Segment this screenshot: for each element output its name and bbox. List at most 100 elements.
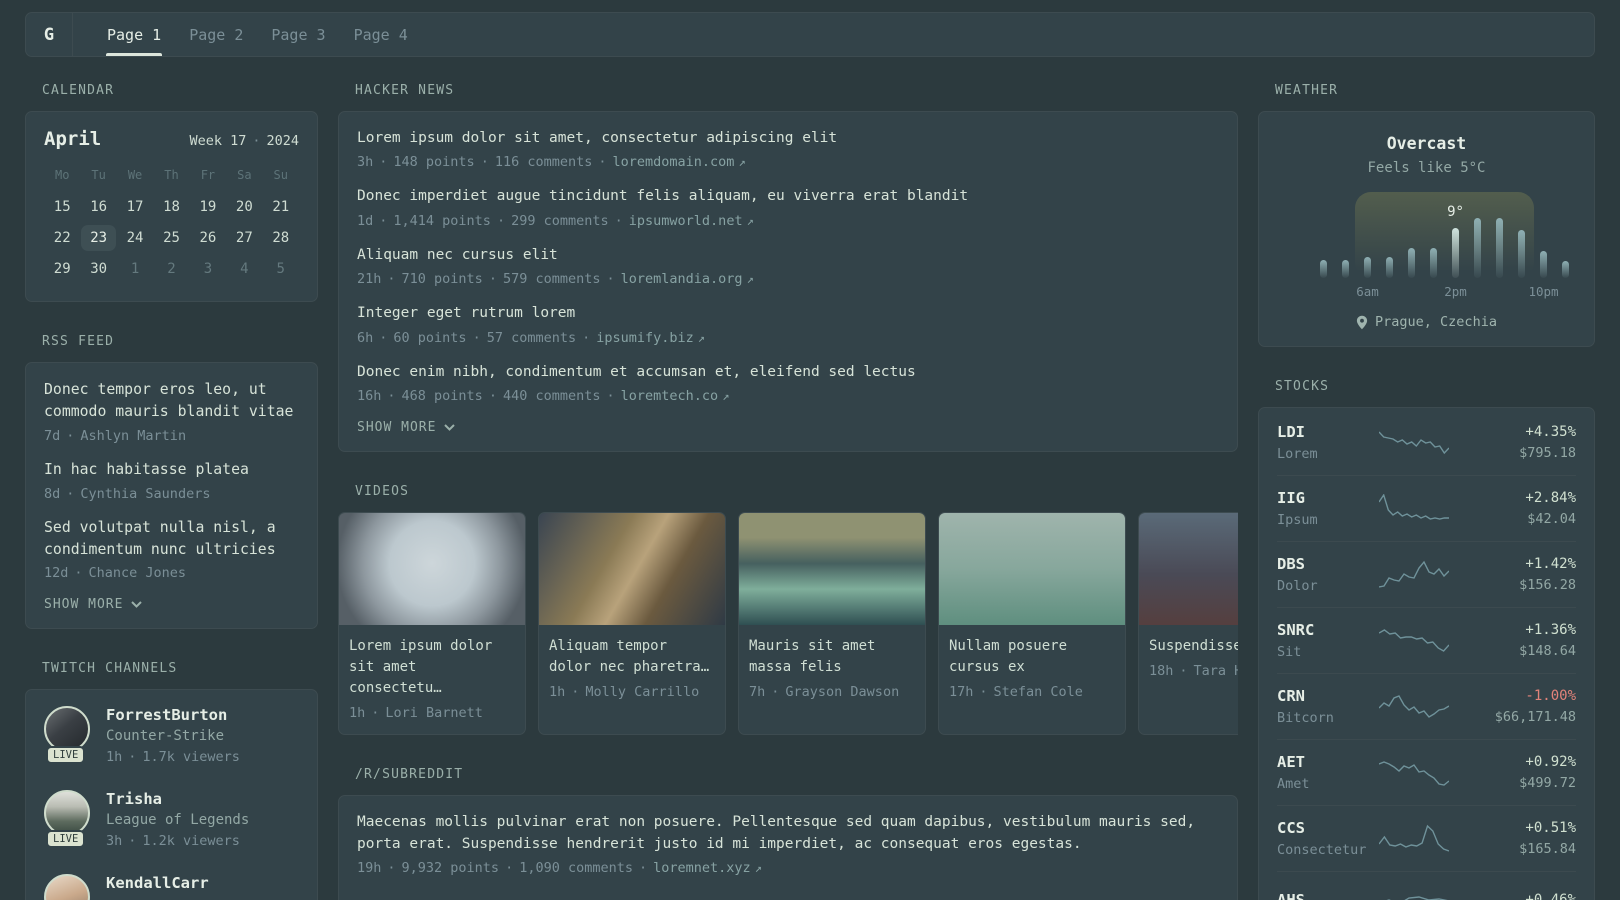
stock-row[interactable]: IIG Ipsum +2.84% $42.04 <box>1277 475 1576 541</box>
video-card[interactable]: Aliquam tempor dolor nec pharetra… 1h · Mol… <box>538 512 726 736</box>
stock-row[interactable]: LDI Lorem +4.35% $795.18 <box>1277 410 1576 475</box>
stock-symbol[interactable]: AHS <box>1277 891 1379 900</box>
stock-symbol[interactable]: SNRC <box>1277 621 1379 639</box>
hackernews-item-title[interactable]: Aliquam nec cursus elit <box>357 245 1219 266</box>
calendar-day[interactable]: 17 <box>117 192 153 223</box>
calendar-day[interactable]: 18 <box>153 192 189 223</box>
calendar-day[interactable]: 20 <box>226 192 262 223</box>
separator-dot: · <box>379 212 388 229</box>
stock-left: CRN Bitcorn <box>1277 687 1379 726</box>
nav-tab-page-4[interactable]: Page 4 <box>340 13 422 56</box>
calendar-day[interactable]: 5 <box>263 254 299 285</box>
stock-symbol[interactable]: CRN <box>1277 687 1379 705</box>
stock-row[interactable]: SNRC Sit +1.36% $148.64 <box>1277 607 1576 673</box>
twitch-channel-name[interactable]: ForrestBurton <box>106 706 240 724</box>
calendar-day[interactable]: 30 <box>80 254 116 285</box>
stock-symbol[interactable]: LDI <box>1277 423 1379 441</box>
source-domain-link[interactable]: ipsumify.biz <box>596 330 694 346</box>
nav-tab-page-2[interactable]: Page 2 <box>175 13 257 56</box>
weather-location[interactable]: Prague, Czechia <box>1375 314 1497 330</box>
weather-panel: Overcast Feels like 5°C 9° 6am 2pm 10pm Pra… <box>1258 111 1595 347</box>
calendar-day[interactable]: 28 <box>263 223 299 254</box>
stock-row[interactable]: AHS +0.46% <box>1277 871 1576 900</box>
twitch-channel-info: ForrestBurton Counter-Strike 1h · 1.7k viewe… <box>106 706 240 765</box>
stock-row[interactable]: CRN Bitcorn -1.00% $66,171.48 <box>1277 673 1576 739</box>
hackernews-item-meta: 6h · 60 points · 57 comments · ipsumify.biz ↗ <box>357 330 1219 346</box>
twitch-channel-info: Trisha League of Legends 3h · 1.2k viewers <box>106 790 249 849</box>
calendar-day[interactable]: 22 <box>44 223 80 254</box>
calendar-day[interactable]: 24 <box>117 223 153 254</box>
calendar-day[interactable]: 21 <box>263 192 299 223</box>
calendar-day[interactable]: 26 <box>190 223 226 254</box>
subreddit-post-title[interactable]: Maecenas mollis pulvinar erat non posuer… <box>357 812 1219 855</box>
hackernews-item-meta: 3h · 148 points · 116 comments · loremdomain.c… <box>357 154 1219 170</box>
meta-text: 299 comments <box>511 212 609 229</box>
nav-tab-page-3[interactable]: Page 3 <box>257 13 339 56</box>
stock-row[interactable]: CCS Consectetur +0.51% $165.84 <box>1277 805 1576 871</box>
hackernews-item-title[interactable]: Donec imperdiet augue tincidunt felis al… <box>357 186 1219 207</box>
stock-row[interactable]: DBS Dolor +1.42% $156.28 <box>1277 541 1576 607</box>
hackernews-show-more-button[interactable]: SHOW MORE <box>357 420 1219 435</box>
hackernews-item-title[interactable]: Lorem ipsum dolor sit amet, consectetur … <box>357 128 1219 149</box>
source-domain-link[interactable]: loremnet.xyz <box>653 860 751 876</box>
stock-sparkline-cell <box>1379 692 1453 722</box>
calendar-day-number: 22 <box>53 230 71 246</box>
calendar-day[interactable]: 1 <box>117 254 153 285</box>
stock-row[interactable]: AET Amet +0.92% $499.72 <box>1277 739 1576 805</box>
hackernews-section-header: HACKER NEWS <box>355 83 455 98</box>
stock-symbol[interactable]: IIG <box>1277 489 1379 507</box>
calendar-day[interactable]: 2 <box>153 254 189 285</box>
stock-symbol[interactable]: AET <box>1277 753 1379 771</box>
hackernews-item-title[interactable]: Donec enim nibh, condimentum et accumsan… <box>357 362 1219 383</box>
video-card[interactable]: Lorem ipsum dolor sit amet consectetu… 1h… <box>338 512 526 736</box>
source-domain-link[interactable]: loremtech.co <box>621 388 719 404</box>
nav-tab-page-1[interactable]: Page 1 <box>93 13 175 56</box>
calendar-day[interactable]: 16 <box>80 192 116 223</box>
videos-widget: VIDEOS Lorem ipsum dolor sit amet consec… <box>338 484 1238 736</box>
meta-text: 1.7k viewers <box>142 749 240 766</box>
twitch-channel-name[interactable]: KendallCarr <box>106 874 209 892</box>
calendar-day[interactable]: 27 <box>226 223 262 254</box>
calendar-day[interactable]: 29 <box>44 254 80 285</box>
video-card[interactable]: Nullam posuere cursus ex 17h · Stefan Cole <box>938 512 1126 736</box>
calendar-day-selected[interactable]: 23 <box>80 223 117 254</box>
calendar-day[interactable]: 3 <box>190 254 226 285</box>
stock-symbol[interactable]: DBS <box>1277 555 1379 573</box>
stock-right: +0.92% $499.72 <box>1453 754 1576 791</box>
source-domain-link[interactable]: ipsumworld.net <box>629 213 743 229</box>
weather-temp-bar <box>1540 251 1547 278</box>
calendar-day-number: 26 <box>199 230 217 246</box>
stocks-section-header: STOCKS <box>1275 379 1330 394</box>
twitch-channel-game: Counter-Strike <box>106 728 225 745</box>
rss-item-title[interactable]: Sed volutpat nulla nisl, a condimentum n… <box>44 517 299 561</box>
separator-dot: · <box>771 684 780 701</box>
source-domain-link[interactable]: loremdomain.com <box>613 154 735 170</box>
calendar-day[interactable]: 4 <box>226 254 262 285</box>
calendar-day[interactable]: 19 <box>190 192 226 223</box>
stock-symbol[interactable]: CCS <box>1277 819 1379 837</box>
calendar-day[interactable]: 25 <box>153 223 189 254</box>
avatar[interactable] <box>44 874 90 900</box>
rss-show-more-button[interactable]: SHOW MORE <box>44 597 299 612</box>
calendar-day-number: 3 <box>203 261 213 277</box>
meta-text: 579 comments <box>502 271 601 288</box>
calendar-day-number: 18 <box>163 199 180 215</box>
separator-dot: · <box>571 684 580 701</box>
separator-dot: · <box>505 860 514 877</box>
twitch-channel-meta: 3h · 1.2k viewers <box>106 833 249 849</box>
video-card[interactable]: Suspendisse diam 18h · Tara Holt <box>1138 512 1238 736</box>
separator-dot: · <box>128 833 137 850</box>
source-domain-link[interactable]: loremlandia.org <box>621 271 743 287</box>
calendar-day-number: 28 <box>272 230 290 246</box>
rss-item-title[interactable]: In hac habitasse platea <box>44 459 299 481</box>
video-title: Suspendisse diam <box>1149 638 1238 655</box>
calendar-day[interactable]: 15 <box>44 192 80 223</box>
videos-section-header: VIDEOS <box>355 484 410 500</box>
live-badge: LIVE <box>46 746 86 765</box>
twitch-channel-name[interactable]: Trisha <box>106 790 249 808</box>
video-card[interactable]: Mauris sit amet massa felis 7h · Grayson Da… <box>738 512 926 736</box>
twitch-panel: LIVE ForrestBurton Counter-Strike 1h · 1.7k v… <box>25 689 318 900</box>
rss-item-title[interactable]: Donec tempor eros leo, ut commodo mauris… <box>44 379 299 423</box>
app-logo[interactable]: G <box>26 13 73 56</box>
hackernews-item-title[interactable]: Integer eget rutrum lorem <box>357 303 1219 324</box>
